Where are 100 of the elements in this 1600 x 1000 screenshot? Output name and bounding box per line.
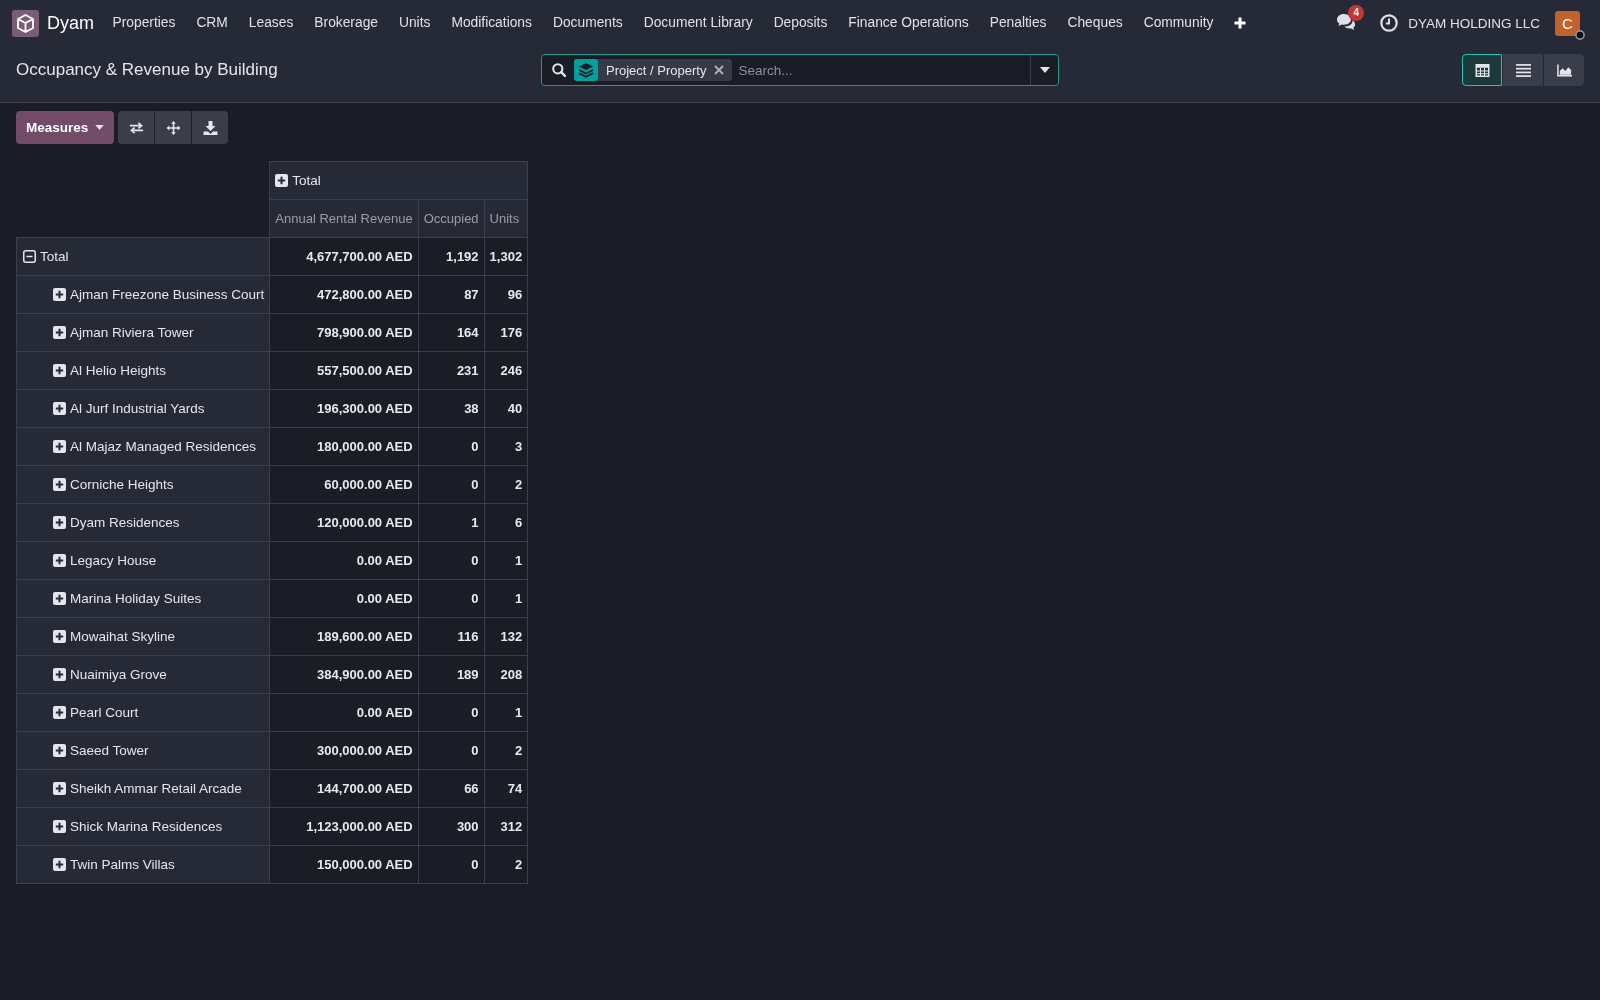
table-cell: 0 [418,541,485,580]
menu-item[interactable]: Finance Operations [837,8,980,38]
row-header[interactable]: Nuaimiya Grove [16,655,270,694]
close-icon[interactable] [714,65,725,75]
row-header[interactable]: Al Majaz Managed Residences [16,427,270,466]
search-input[interactable]: Search... [732,56,1030,84]
plus-icon[interactable] [1234,17,1246,29]
notification-badge: 4 [1348,5,1365,21]
menu-item[interactable]: Penalties [979,8,1057,38]
table-cell: 60,000.00 AED [269,465,419,504]
flip-axis-button[interactable] [118,111,155,144]
table-cell: 472,800.00 AED [269,275,419,314]
table-cell: 0 [418,465,485,504]
table-cell: 2 [484,731,528,770]
table-cell: 196,300.00 AED [269,389,419,428]
table-cell: 1 [484,541,528,580]
table-cell: 1,302 [484,237,528,276]
menu-item[interactable]: Brokerage [303,8,389,38]
table-cell: 6 [484,503,528,542]
table-cell: 180,000.00 AED [269,427,419,466]
row-header[interactable]: Legacy House [16,541,270,580]
measure-header[interactable]: Annual Rental Revenue [269,199,419,238]
table-cell: 0.00 AED [269,579,419,618]
list-icon [1515,63,1531,77]
menu-item[interactable]: Document Library [633,8,764,38]
facet-label: Project / Property [605,62,708,78]
table-cell: 3 [484,427,528,466]
row-header[interactable]: Ajman Freezone Business Court [16,275,270,314]
row-header[interactable]: Al Helio Heights [16,351,270,390]
table-cell: 189 [418,655,485,694]
menu-item[interactable]: Community [1133,8,1224,38]
table-cell: 0.00 AED [269,541,419,580]
table-cell: 300,000.00 AED [269,731,419,770]
table-cell: 231 [418,351,485,390]
table-cell: 0 [418,731,485,770]
row-header[interactable]: Total [16,237,270,276]
table-cell: 1,192 [418,237,485,276]
column-header[interactable]: Total [269,161,528,200]
measures-button[interactable]: Measures [16,111,115,144]
table-cell: 176 [484,313,528,352]
menu-item[interactable]: Cheques [1057,8,1134,38]
table-cell: 189,600.00 AED [269,617,419,656]
row-header[interactable]: Al Jurf Industrial Yards [16,389,270,428]
table-cell: 798,900.00 AED [269,313,419,352]
menu-item[interactable]: Modifications [440,8,543,38]
table-cell: 0 [418,427,485,466]
table-cell: 2 [484,845,528,884]
cube-icon[interactable] [12,9,39,37]
table-cell: 312 [484,807,528,846]
avatar[interactable]: C [1555,10,1580,36]
caret-icon [1039,67,1050,73]
menu-item[interactable]: Properties [102,8,186,38]
menu-item[interactable]: Leases [238,8,304,38]
menu-item[interactable]: Documents [542,8,634,38]
table-cell: 246 [484,351,528,390]
row-header[interactable]: Mowaihat Skyline [16,617,270,656]
search-bar[interactable]: Project / Property Search... [541,54,1059,86]
row-header[interactable]: Shick Marina Residences [16,807,270,846]
expand-all-button[interactable] [155,111,192,144]
app-name[interactable]: Dyam [47,12,94,34]
company-name[interactable]: DYAM HOLDING LLC [1408,15,1540,31]
table-cell: 144,700.00 AED [269,769,419,808]
clock-icon[interactable] [1380,14,1399,32]
table-cell: 120,000.00 AED [269,503,419,542]
table-cell: 1,123,000.00 AED [269,807,419,846]
table-cell: 38 [418,389,485,428]
table-cell: 208 [484,655,528,694]
table-cell: 1 [418,503,485,542]
table-cell: 132 [484,617,528,656]
caret-icon [95,125,105,130]
row-header[interactable]: Pearl Court [16,693,270,732]
table-cell: 150,000.00 AED [269,845,419,884]
download-button[interactable] [192,111,229,144]
row-header[interactable]: Marina Holiday Suites [16,579,270,618]
menu-item[interactable]: Deposits [763,8,838,38]
search-icon [552,63,566,77]
table-cell: 0 [418,693,485,732]
menu-item[interactable]: Units [388,8,441,38]
pivot-view-button[interactable] [1462,54,1502,86]
layers-icon [574,59,598,81]
row-header[interactable]: Dyam Residences [16,503,270,542]
table-cell: 40 [484,389,528,428]
row-header[interactable]: Ajman Riviera Tower [16,313,270,352]
table-cell: 87 [418,275,485,314]
row-header[interactable]: Corniche Heights [16,465,270,504]
table-cell: 96 [484,275,528,314]
menu-item[interactable]: CRM [185,8,239,38]
table-cell: 2 [484,465,528,504]
table-cell: 164 [418,313,485,352]
measure-header[interactable]: Occupied [418,199,485,238]
measure-header[interactable]: Units [484,199,528,238]
table-cell: 384,900.00 AED [269,655,419,694]
table-cell: 116 [418,617,485,656]
row-header[interactable]: Sheikh Ammar Retail Arcade [16,769,270,808]
page-title: Occupancy & Revenue by Building [16,60,278,80]
row-header[interactable]: Twin Palms Villas [16,845,270,884]
list-view-button[interactable] [1503,54,1543,86]
table-cell: 557,500.00 AED [269,351,419,390]
row-header[interactable]: Saeed Tower [16,731,270,770]
graph-view-button[interactable] [1544,54,1584,86]
